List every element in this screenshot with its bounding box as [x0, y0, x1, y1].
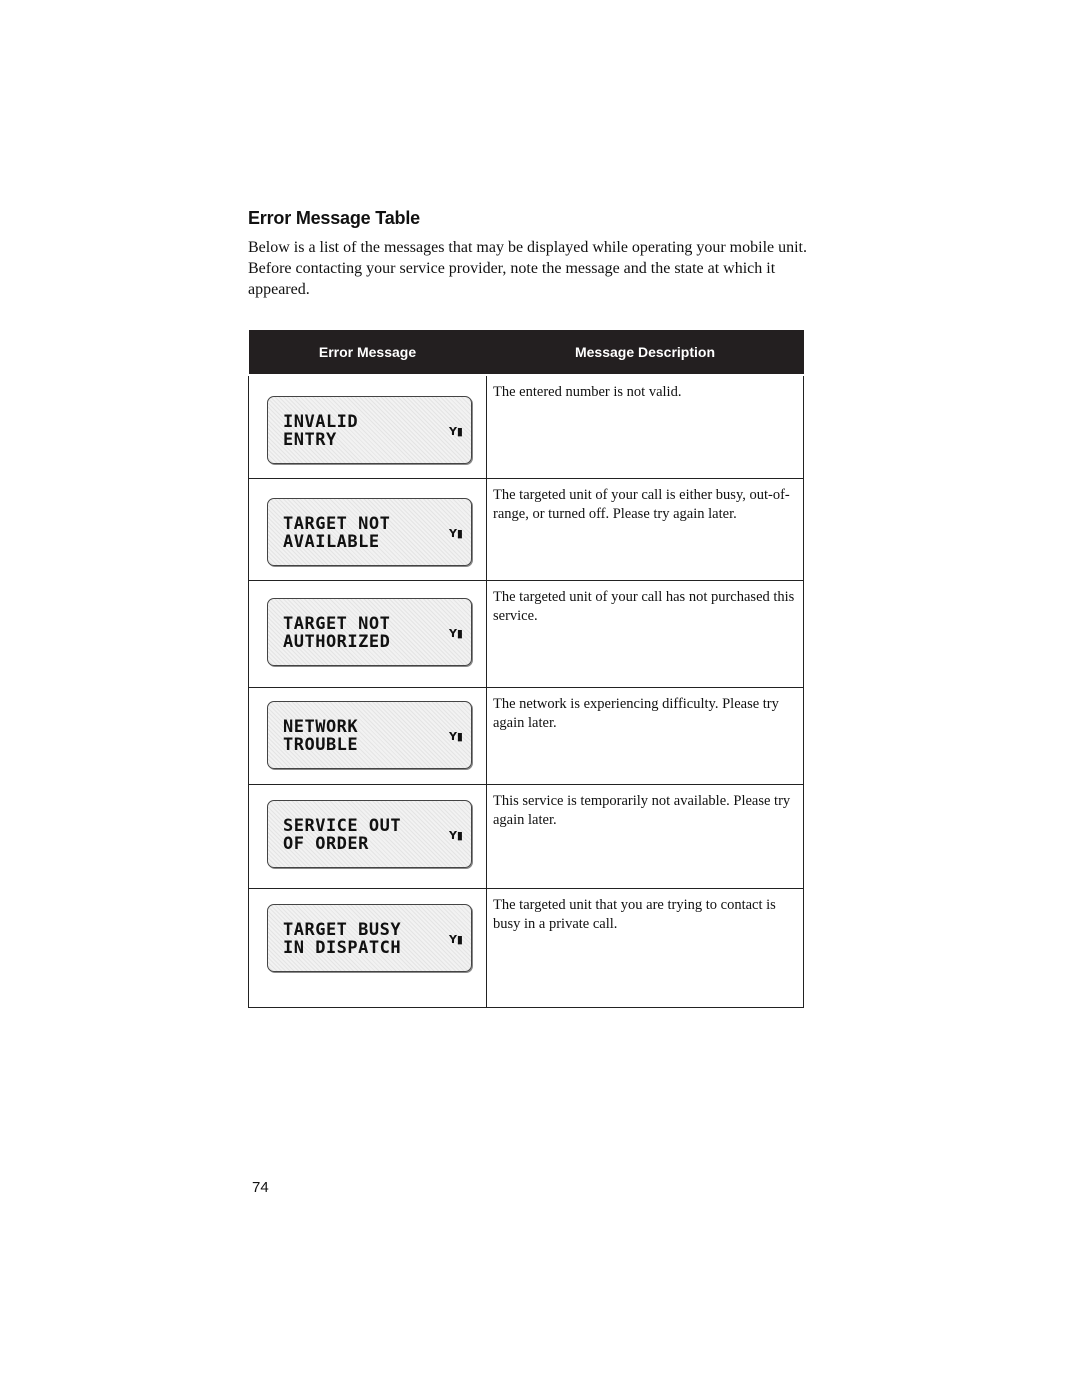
section-title: Error Message Table	[248, 208, 420, 228]
display-cell: NETWORK TROUBLE Y▮	[248, 686, 487, 785]
signal-strength-icon: Y▮	[448, 626, 463, 640]
table-row: INVALID ENTRY Y▮ The entered number is n…	[248, 374, 804, 479]
intro-paragraph: Below is a list of the messages that may…	[248, 239, 807, 298]
signal-strength-icon: Y▮	[448, 932, 463, 946]
description-cell: The network is experiencing difficulty. …	[486, 686, 804, 785]
description-cell: The targeted unit that you are trying to…	[486, 887, 804, 1008]
description-cell: This service is temporarily not availabl…	[486, 783, 804, 889]
table-row: NETWORK TROUBLE Y▮ The network is experi…	[248, 686, 804, 785]
lcd-message: TARGET NOT AVAILABLE	[283, 513, 391, 552]
lcd-display: TARGET NOT AVAILABLE Y▮	[267, 497, 472, 566]
display-cell: TARGET NOT AVAILABLE Y▮	[248, 477, 487, 581]
table-row: SERVICE OUT OF ORDER Y▮ This service is …	[248, 783, 804, 889]
table-row: TARGET NOT AUTHORIZED Y▮ The targeted un…	[248, 579, 804, 688]
signal-strength-icon: Y▮	[448, 526, 463, 540]
header-error-message: Error Message	[248, 330, 487, 376]
table-row: TARGET NOT AVAILABLE Y▮ The targeted uni…	[248, 477, 804, 581]
lcd-display: TARGET BUSY IN DISPATCH Y▮	[267, 903, 472, 972]
table-header-row: Error Message Message Description	[248, 330, 804, 376]
header-message-description: Message Description	[486, 330, 804, 376]
description-cell: The targeted unit of your call has not p…	[486, 579, 804, 688]
lcd-message: TARGET NOT AUTHORIZED	[283, 613, 391, 652]
lcd-message: NETWORK TROUBLE	[283, 716, 359, 755]
signal-strength-icon: Y▮	[448, 828, 463, 842]
signal-strength-icon: Y▮	[448, 425, 463, 438]
page-number: 74	[252, 1179, 269, 1196]
lcd-display: NETWORK TROUBLE Y▮	[267, 700, 472, 769]
display-cell: SERVICE OUT OF ORDER Y▮	[248, 783, 487, 889]
table-row: TARGET BUSY IN DISPATCH Y▮ The targeted …	[248, 887, 804, 1008]
lcd-display: SERVICE OUT OF ORDER Y▮	[267, 799, 472, 868]
lcd-message: SERVICE OUT OF ORDER	[283, 815, 402, 854]
lcd-message: INVALID ENTRY	[283, 412, 359, 450]
display-cell: TARGET NOT AUTHORIZED Y▮	[248, 579, 487, 688]
display-cell: INVALID ENTRY Y▮	[248, 374, 487, 479]
description-cell: The entered number is not valid.	[486, 374, 804, 479]
lcd-display: TARGET NOT AUTHORIZED Y▮	[267, 597, 472, 666]
error-message-table: Error Message Message Description INVALI…	[248, 330, 804, 1008]
description-cell: The targeted unit of your call is either…	[486, 477, 804, 581]
signal-strength-icon: Y▮	[448, 729, 463, 743]
display-cell: TARGET BUSY IN DISPATCH Y▮	[248, 887, 487, 1008]
lcd-display: INVALID ENTRY Y▮	[267, 396, 472, 464]
lcd-message: TARGET BUSY IN DISPATCH	[283, 919, 402, 958]
